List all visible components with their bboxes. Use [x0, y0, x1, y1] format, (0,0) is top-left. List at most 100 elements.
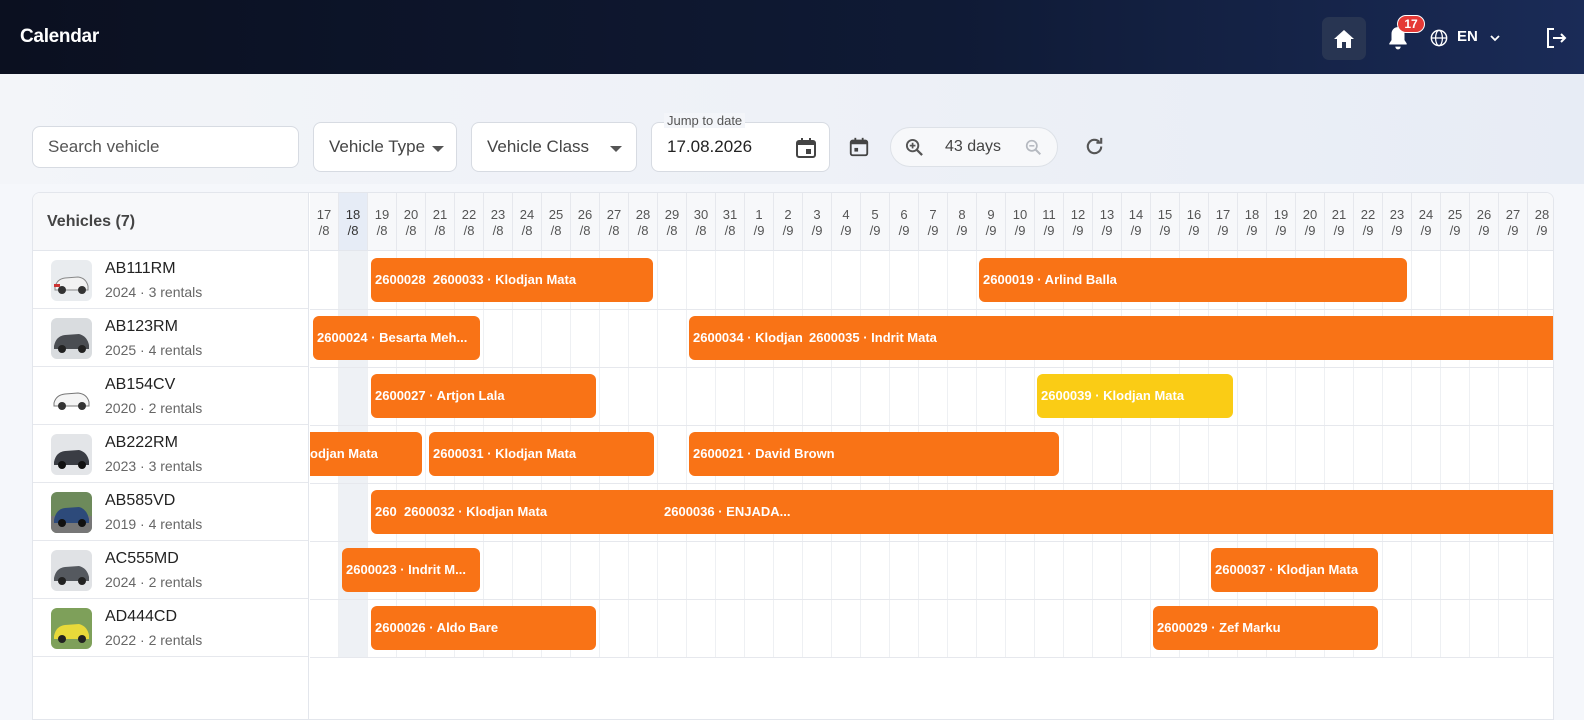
booking-label: 2600021 · David Brown — [693, 446, 835, 461]
vehicle-row[interactable]: AD444CD 2022 · 2 rentals — [33, 599, 308, 657]
zoom-level: 43 days — [945, 138, 1002, 155]
booking-bar[interactable]: 2600029 · Zef Marku — [1153, 606, 1378, 650]
vehicle-row[interactable]: AB111RM 2024 · 3 rentals — [33, 251, 308, 309]
vehicle-plate: AB154CV — [105, 376, 176, 393]
home-button[interactable] — [1322, 17, 1366, 60]
day-header: 18/8 — [339, 193, 368, 251]
booking-bar[interactable]: 260 2600032 · Klodjan Mata 2600036 · ENJ… — [371, 490, 1553, 534]
day-month: /9 — [869, 223, 881, 238]
vehicle-class-select[interactable]: Vehicle Class — [471, 122, 637, 172]
calendar-icon[interactable] — [794, 136, 818, 160]
day-header: 4/9 — [832, 193, 861, 251]
vehicle-type-select[interactable]: Vehicle Type — [313, 122, 457, 172]
vehicle-meta: 2025 · 4 rentals — [105, 342, 203, 358]
day-header: 21/8 — [426, 193, 455, 251]
day-month: /8 — [405, 223, 417, 238]
vehicle-meta: 2020 · 2 rentals — [105, 400, 203, 416]
zoom-out-icon[interactable] — [1025, 139, 1042, 156]
booking-bar[interactable]: 2600027 · Artjon Lala — [371, 374, 596, 418]
day-header: 10/9 — [1006, 193, 1035, 251]
day-number: 19 — [374, 207, 390, 222]
day-month: /9 — [1159, 223, 1171, 238]
day-month: /8 — [434, 223, 446, 238]
day-month: /9 — [1275, 223, 1287, 238]
day-column — [1354, 251, 1383, 657]
day-header: 3/9 — [803, 193, 832, 251]
row-divider — [310, 367, 1553, 368]
booking-bar[interactable]: 2600028 2600033 · Klodjan Mata — [371, 258, 653, 302]
booking-bar[interactable]: 2600031 · Klodjan Mata — [429, 432, 654, 476]
language-selector[interactable]: EN — [1457, 28, 1478, 45]
car-thumbnail — [51, 376, 92, 417]
vehicle-row[interactable]: AB154CV 2020 · 2 rentals — [33, 367, 308, 425]
booking-bar[interactable]: 2600034 · Klodjan 2600035 · Indrit Mata — [689, 316, 1553, 360]
vehicle-row[interactable]: AB222RM 2023 · 3 rentals — [33, 425, 308, 483]
globe-icon[interactable] — [1430, 29, 1448, 47]
day-number: 24 — [1418, 207, 1434, 222]
day-month: /8 — [521, 223, 533, 238]
booking-bar[interactable]: 2600037 · Klodjan Mata — [1211, 548, 1378, 592]
day-month: /9 — [1014, 223, 1026, 238]
day-number: 30 — [693, 207, 709, 222]
day-column — [1238, 251, 1267, 657]
day-month: /9 — [1362, 223, 1374, 238]
day-column — [1151, 251, 1180, 657]
day-header: 6/9 — [890, 193, 919, 251]
day-number: 28 — [635, 207, 651, 222]
vehicle-meta: 2024 · 3 rentals — [105, 284, 203, 300]
zoom-control: 43 days — [890, 127, 1058, 167]
booking-label: 2600023 · Indrit M... — [346, 562, 466, 577]
day-number: 25 — [1447, 207, 1463, 222]
vehicle-plate: AB123RM — [105, 318, 178, 335]
booking-bar[interactable]: odjan Mata — [310, 432, 422, 476]
day-header: 14/9 — [1122, 193, 1151, 251]
day-column — [1209, 251, 1238, 657]
calendar-today-icon[interactable] — [848, 136, 870, 158]
day-month: /9 — [753, 223, 765, 238]
zoom-in-icon[interactable] — [905, 138, 924, 157]
vehicle-row[interactable]: AC555MD 2024 · 2 rentals — [33, 541, 308, 599]
vehicle-plate: AB585VD — [105, 492, 176, 509]
vehicle-plate: AB111RM — [105, 260, 176, 277]
day-column — [1412, 251, 1441, 657]
chevron-down-icon[interactable] — [1489, 32, 1501, 44]
day-month: /9 — [1391, 223, 1403, 238]
day-number: 8 — [958, 207, 966, 222]
day-header: 17/9 — [1209, 193, 1238, 251]
day-header: 20/8 — [397, 193, 426, 251]
booking-label: 2600027 · Artjon Lala — [375, 388, 505, 403]
jump-to-date-input[interactable]: 17.08.2026 — [651, 122, 830, 172]
booking-bar[interactable]: 2600026 · Aldo Bare — [371, 606, 596, 650]
day-number: 17 — [316, 207, 332, 222]
day-number: 27 — [1505, 207, 1521, 222]
day-header: 18/9 — [1238, 193, 1267, 251]
booking-label: 2600026 · Aldo Bare — [375, 620, 499, 635]
day-column — [1093, 251, 1122, 657]
search-input[interactable]: Search vehicle — [32, 126, 299, 168]
day-header: 25/9 — [1441, 193, 1470, 251]
day-column — [1180, 251, 1209, 657]
car-thumbnail — [51, 550, 92, 591]
booking-bar[interactable]: 2600024 · Besarta Meh... — [313, 316, 480, 360]
vehicle-row[interactable]: AB585VD 2019 · 4 rentals — [33, 483, 308, 541]
booking-label: 2600035 · Indrit Mata — [809, 330, 937, 345]
day-header: 31/8 — [716, 193, 745, 251]
booking-bar[interactable]: 2600023 · Indrit M... — [342, 548, 480, 592]
booking-bar[interactable]: 2600019 · Arlind Balla — [979, 258, 1407, 302]
day-header: 19/9 — [1267, 193, 1296, 251]
booking-bar-pending[interactable]: 2600039 · Klodjan Mata — [1037, 374, 1233, 418]
refresh-icon[interactable] — [1083, 135, 1106, 158]
vehicle-row[interactable]: AB123RM 2025 · 4 rentals — [33, 309, 308, 367]
booking-label: 2600039 · Klodjan Mata — [1041, 388, 1185, 403]
day-number: 2 — [784, 207, 792, 222]
logout-icon[interactable] — [1544, 26, 1568, 50]
day-number: 23 — [1389, 207, 1405, 222]
day-column — [1499, 251, 1528, 657]
day-column — [1122, 251, 1151, 657]
booking-bar[interactable]: 2600021 · David Brown — [689, 432, 1059, 476]
caret-down-icon — [610, 146, 622, 152]
vehicle-plate: AD444CD — [105, 608, 178, 625]
vehicle-meta: 2023 · 3 rentals — [105, 458, 203, 474]
day-number: 5 — [871, 207, 879, 222]
day-month: /9 — [811, 223, 823, 238]
